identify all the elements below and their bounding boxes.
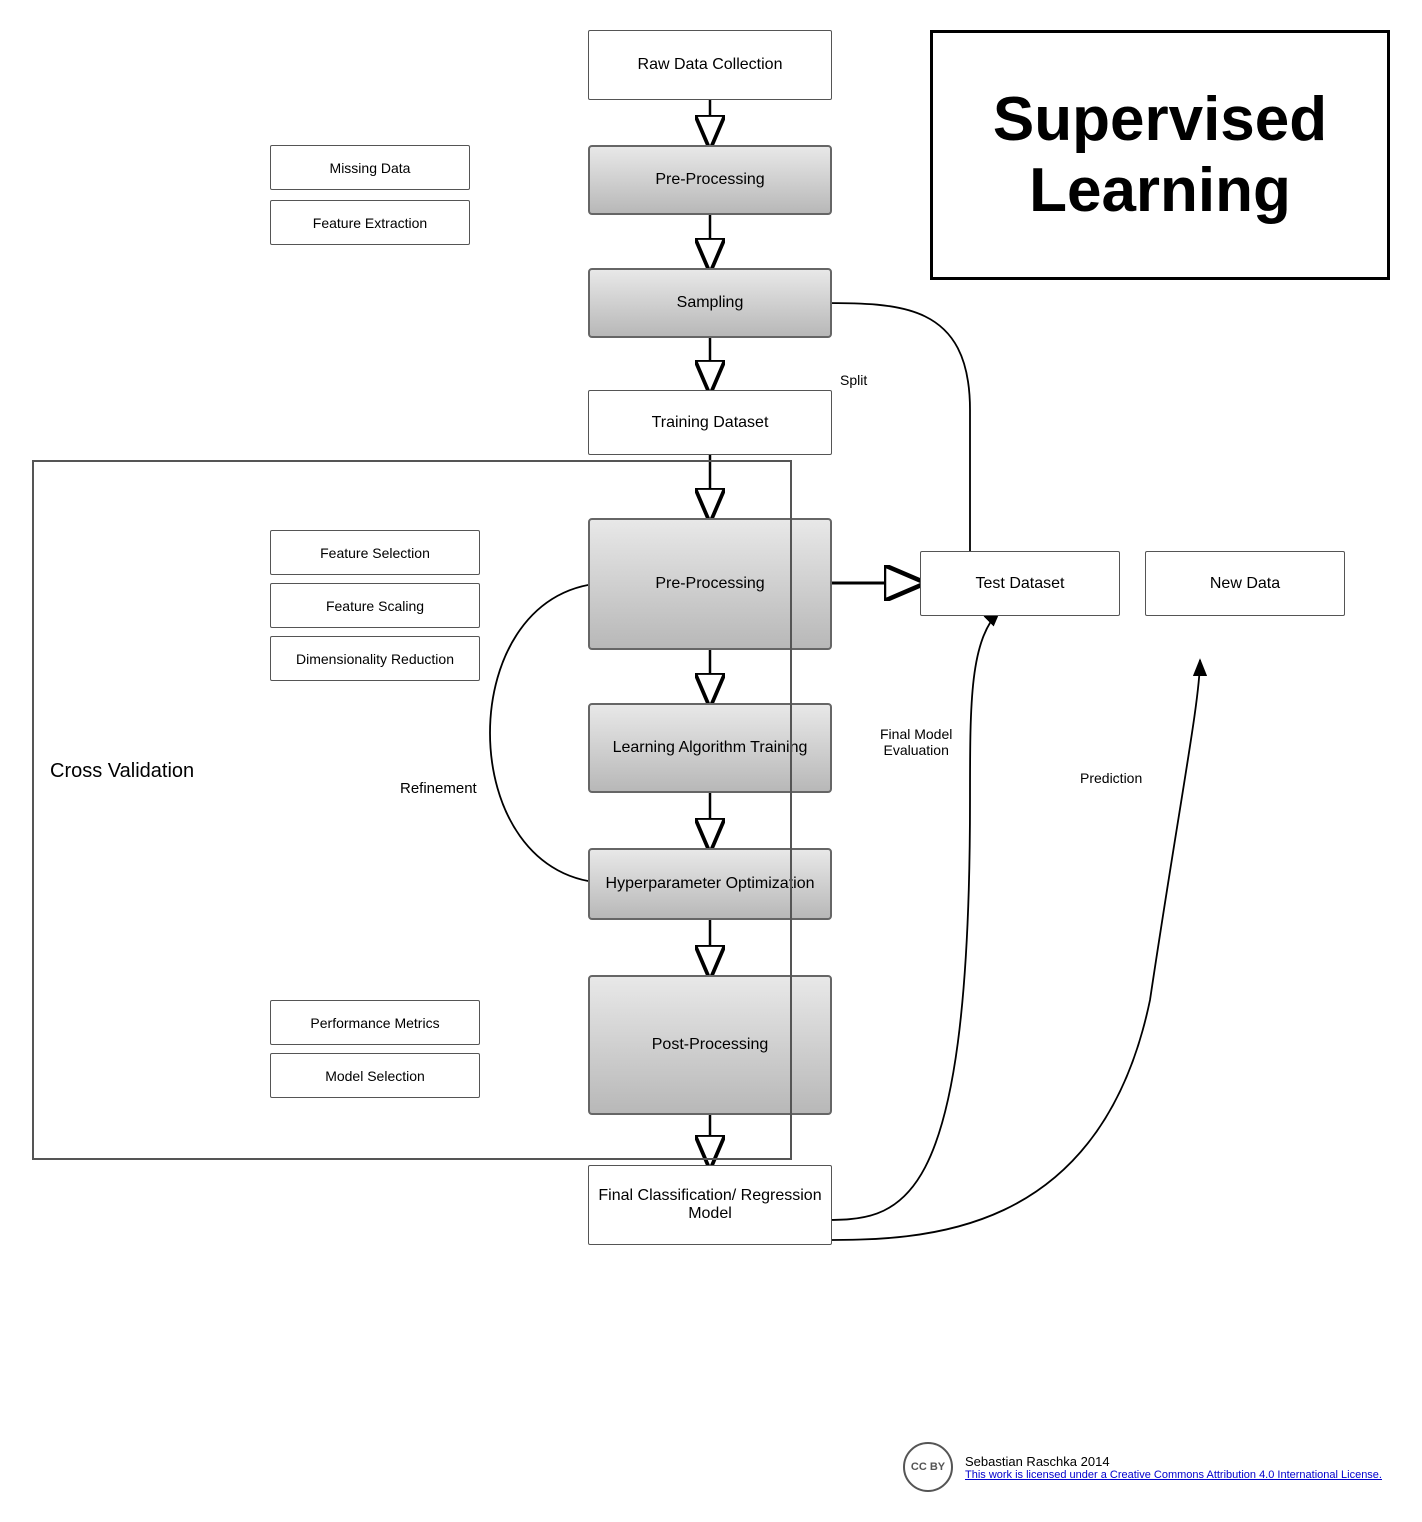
pre-processing-top-box: Pre-Processing bbox=[588, 145, 832, 215]
new-data-box: New Data bbox=[1145, 551, 1345, 616]
split-label: Split bbox=[840, 372, 867, 388]
attribution-container: CC BY Sebastian Raschka 2014 This work i… bbox=[903, 1442, 1382, 1492]
cc-icon: CC BY bbox=[903, 1442, 953, 1492]
raw-data-box: Raw Data Collection bbox=[588, 30, 832, 100]
training-dataset-box: Training Dataset bbox=[588, 390, 832, 455]
feature-extraction-box: Feature Extraction bbox=[270, 200, 470, 245]
cross-validation-border bbox=[32, 460, 792, 1160]
final-classification-box: Final Classification/ Regression Model bbox=[588, 1165, 832, 1245]
diagram-container: Supervised Learning Raw Data Collection … bbox=[0, 0, 1422, 1522]
sampling-box: Sampling bbox=[588, 268, 832, 338]
test-dataset-box: Test Dataset bbox=[920, 551, 1120, 616]
title-box: Supervised Learning bbox=[930, 30, 1390, 280]
cross-validation-label: Cross Validation bbox=[50, 760, 194, 783]
prediction-label: Prediction bbox=[1080, 770, 1142, 786]
attribution-text: Sebastian Raschka 2014 This work is lice… bbox=[965, 1454, 1382, 1481]
final-model-evaluation-label: Final Model Evaluation bbox=[880, 710, 952, 758]
missing-data-box: Missing Data bbox=[270, 145, 470, 190]
title-text: Supervised Learning bbox=[933, 84, 1387, 227]
